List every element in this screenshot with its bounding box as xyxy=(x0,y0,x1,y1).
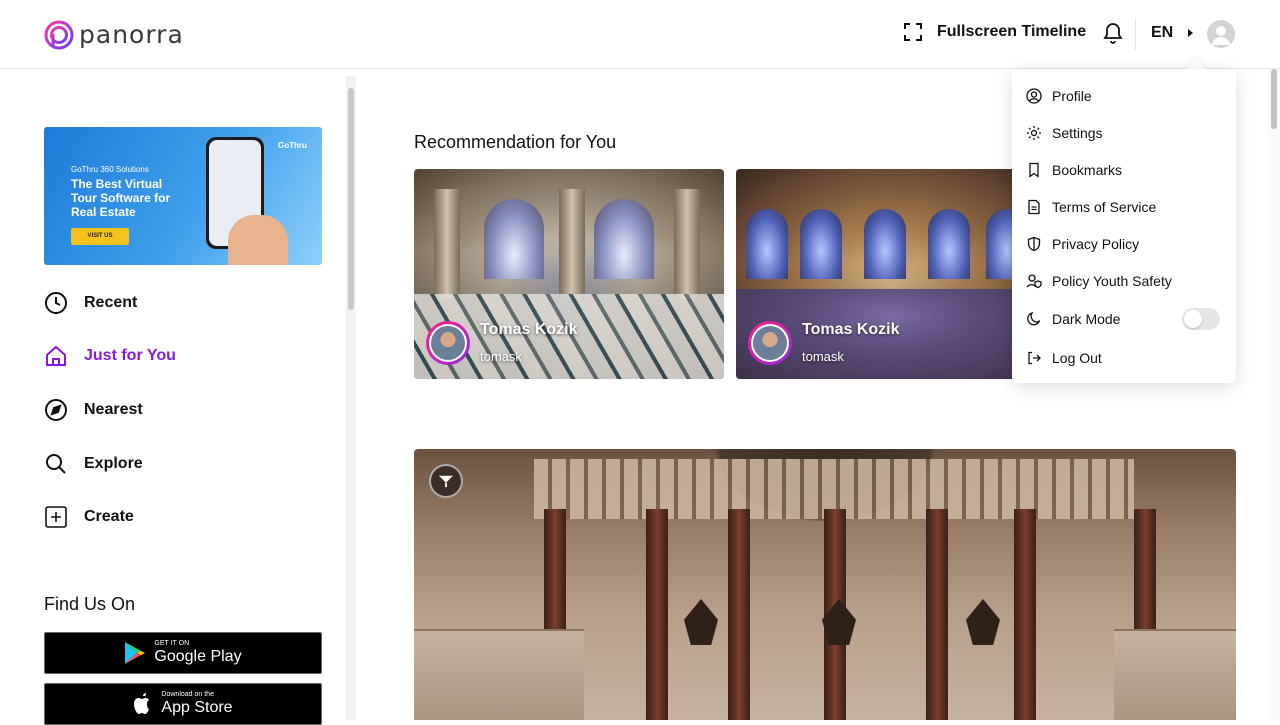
caret-right-icon xyxy=(1188,29,1194,37)
app-store-button[interactable]: Download on the App Store xyxy=(44,683,322,725)
plus-square-icon xyxy=(45,506,67,528)
home-icon xyxy=(46,345,66,366)
user-dropdown-menu: Profile Settings Bookmarks Terms of Serv… xyxy=(1012,69,1236,383)
shield-icon xyxy=(1027,236,1041,252)
language-label: EN xyxy=(1151,24,1174,41)
user-avatar-button[interactable] xyxy=(1207,20,1235,48)
sidebar-item-create[interactable]: Create xyxy=(44,502,324,532)
sidebar: GoThru GoThru 360 Solutions The Best Vir… xyxy=(0,70,346,725)
menu-item-settings[interactable]: Settings xyxy=(1026,119,1222,147)
sidebar-item-recent[interactable]: Recent xyxy=(44,288,324,318)
dark-mode-toggle-knob xyxy=(1184,310,1202,328)
promo-hand-image xyxy=(228,215,288,265)
search-icon xyxy=(46,454,66,474)
apple-icon xyxy=(134,693,150,714)
menu-item-profile[interactable]: Profile xyxy=(1026,82,1222,110)
menu-item-logout[interactable]: Log Out xyxy=(1026,344,1222,372)
moon-icon xyxy=(1027,311,1041,326)
dark-mode-toggle[interactable] xyxy=(1182,308,1220,330)
menu-item-label: Policy Youth Safety xyxy=(1052,273,1172,289)
promo-subtitle: GoThru 360 Solutions xyxy=(71,165,149,174)
sidebar-item-label: Create xyxy=(84,508,134,525)
google-play-text: GET IT ON Google Play xyxy=(154,640,241,666)
recommendation-card[interactable]: Tomas Kozik tomask xyxy=(736,169,1046,379)
menu-item-label: Profile xyxy=(1052,88,1092,104)
logout-icon xyxy=(1028,351,1041,365)
menu-item-label: Dark Mode xyxy=(1052,311,1121,327)
creator-avatar[interactable] xyxy=(748,321,792,365)
top-header: panorra Fullscreen Timeline EN xyxy=(0,0,1280,69)
google-play-button[interactable]: GET IT ON Google Play xyxy=(44,632,322,674)
google-play-big: Google Play xyxy=(154,648,242,665)
bell-icon[interactable] xyxy=(1102,21,1124,45)
page-scrollbar[interactable] xyxy=(1268,69,1280,720)
menu-item-label: Privacy Policy xyxy=(1052,236,1140,252)
sidebar-item-nearest[interactable]: Nearest xyxy=(44,395,324,425)
creator-name[interactable]: Tomas Kozik xyxy=(480,321,578,339)
sidebar-item-explore[interactable]: Explore xyxy=(44,449,324,479)
user-circle-icon xyxy=(1026,88,1042,104)
app-store-big: App Store xyxy=(161,699,233,716)
gear-icon xyxy=(1027,126,1041,140)
lamp-icon xyxy=(438,475,454,488)
sidebar-item-label: Just for You xyxy=(84,347,176,364)
google-play-icon xyxy=(125,642,146,664)
sidebar-scrollbar-thumb[interactable] xyxy=(348,88,354,310)
menu-item-label: Settings xyxy=(1052,125,1103,141)
menu-item-bookmarks[interactable]: Bookmarks xyxy=(1026,156,1222,184)
app-store-small: Download on the xyxy=(161,691,214,698)
clock-icon xyxy=(45,292,67,314)
sidebar-scrollbar[interactable] xyxy=(346,76,356,720)
user-shield-icon xyxy=(1026,274,1042,289)
compass-icon xyxy=(45,399,67,421)
fullscreen-timeline-button[interactable]: Fullscreen Timeline xyxy=(903,22,1086,42)
sidebar-item-just-for-you[interactable]: Just for You xyxy=(44,341,324,371)
header-divider xyxy=(1135,18,1136,50)
panorra-logo[interactable]: panorra xyxy=(44,20,184,50)
menu-item-label: Terms of Service xyxy=(1052,199,1157,215)
sidebar-item-label: Nearest xyxy=(84,401,143,418)
promo-brand: GoThru xyxy=(278,141,307,150)
menu-item-label: Log Out xyxy=(1052,350,1102,366)
default-avatar-icon xyxy=(1212,26,1230,45)
creator-username: tomask xyxy=(480,349,522,364)
document-icon xyxy=(1028,199,1040,215)
sidebar-item-label: Explore xyxy=(84,455,143,472)
creator-name[interactable]: Tomas Kozik xyxy=(802,321,900,339)
find-us-title: Find Us On xyxy=(44,594,136,614)
feed-panorama[interactable] xyxy=(414,449,1236,720)
promo-visit-button[interactable]: VISIT US xyxy=(71,228,129,245)
app-store-text: Download on the App Store xyxy=(161,691,232,717)
fullscreen-timeline-label: Fullscreen Timeline xyxy=(937,23,1087,40)
sidebar-item-label: Recent xyxy=(84,294,138,311)
logo-wordmark: panorra xyxy=(79,20,184,49)
menu-item-youth-safety[interactable]: Policy Youth Safety xyxy=(1026,267,1222,295)
panorra-logo-icon xyxy=(44,20,74,50)
creator-avatar[interactable] xyxy=(426,321,470,365)
recommendation-card[interactable]: Tomas Kozik tomask xyxy=(414,169,724,379)
promo-banner[interactable]: GoThru GoThru 360 Solutions The Best Vir… xyxy=(44,127,322,265)
google-play-small: GET IT ON xyxy=(154,640,190,647)
panorama-type-badge[interactable] xyxy=(429,464,463,498)
creator-username: tomask xyxy=(802,349,844,364)
menu-item-terms[interactable]: Terms of Service xyxy=(1026,193,1222,221)
promo-title: The Best Virtual Tour Software for Real … xyxy=(71,177,171,219)
section-title: Recommendation for You xyxy=(414,132,617,152)
language-selector[interactable]: EN xyxy=(1151,24,1195,42)
bookmark-icon xyxy=(1029,162,1039,178)
menu-item-privacy[interactable]: Privacy Policy xyxy=(1026,230,1222,258)
fullscreen-icon xyxy=(904,23,922,41)
menu-item-label: Bookmarks xyxy=(1052,162,1123,178)
page-scrollbar-thumb[interactable] xyxy=(1271,69,1277,129)
